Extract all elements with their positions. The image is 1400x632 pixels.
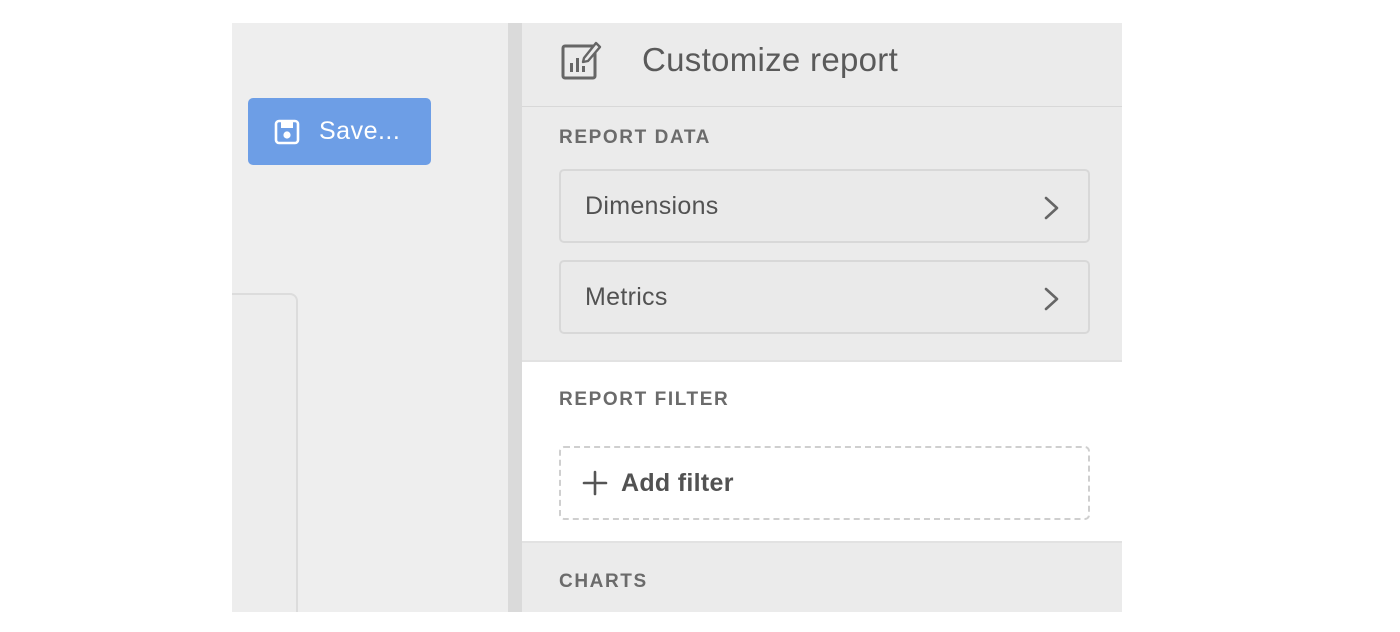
panel-divider[interactable] (508, 23, 522, 612)
save-button-label: Save... (319, 117, 401, 145)
add-filter-button[interactable]: Add filter (559, 446, 1090, 520)
save-icon (274, 119, 300, 144)
plus-icon (582, 470, 608, 496)
customize-report-panel: Customize report REPORT DATA Dimensions … (522, 23, 1122, 612)
report-canvas-area: Save... (232, 23, 508, 612)
section-label-report-data: REPORT DATA (559, 127, 712, 148)
report-card (232, 293, 298, 612)
screenshot-area: Save... Customize report REPORT DATA Dim… (232, 23, 1122, 612)
section-label-charts: CHARTS (559, 571, 648, 592)
metrics-button[interactable]: Metrics (559, 260, 1090, 334)
section-label-report-filter: REPORT FILTER (559, 389, 730, 410)
report-filter-section: REPORT FILTER Add filter (522, 360, 1122, 543)
chevron-right-icon (1044, 196, 1059, 220)
report-edit-icon (561, 41, 602, 80)
panel-header: Customize report (522, 23, 1122, 107)
dimensions-label: Dimensions (585, 191, 719, 220)
chevron-right-icon (1044, 287, 1059, 311)
add-filter-label: Add filter (621, 468, 734, 497)
dimensions-button[interactable]: Dimensions (559, 169, 1090, 243)
panel-title: Customize report (642, 41, 899, 78)
save-button[interactable]: Save... (248, 98, 431, 165)
metrics-label: Metrics (585, 282, 668, 311)
